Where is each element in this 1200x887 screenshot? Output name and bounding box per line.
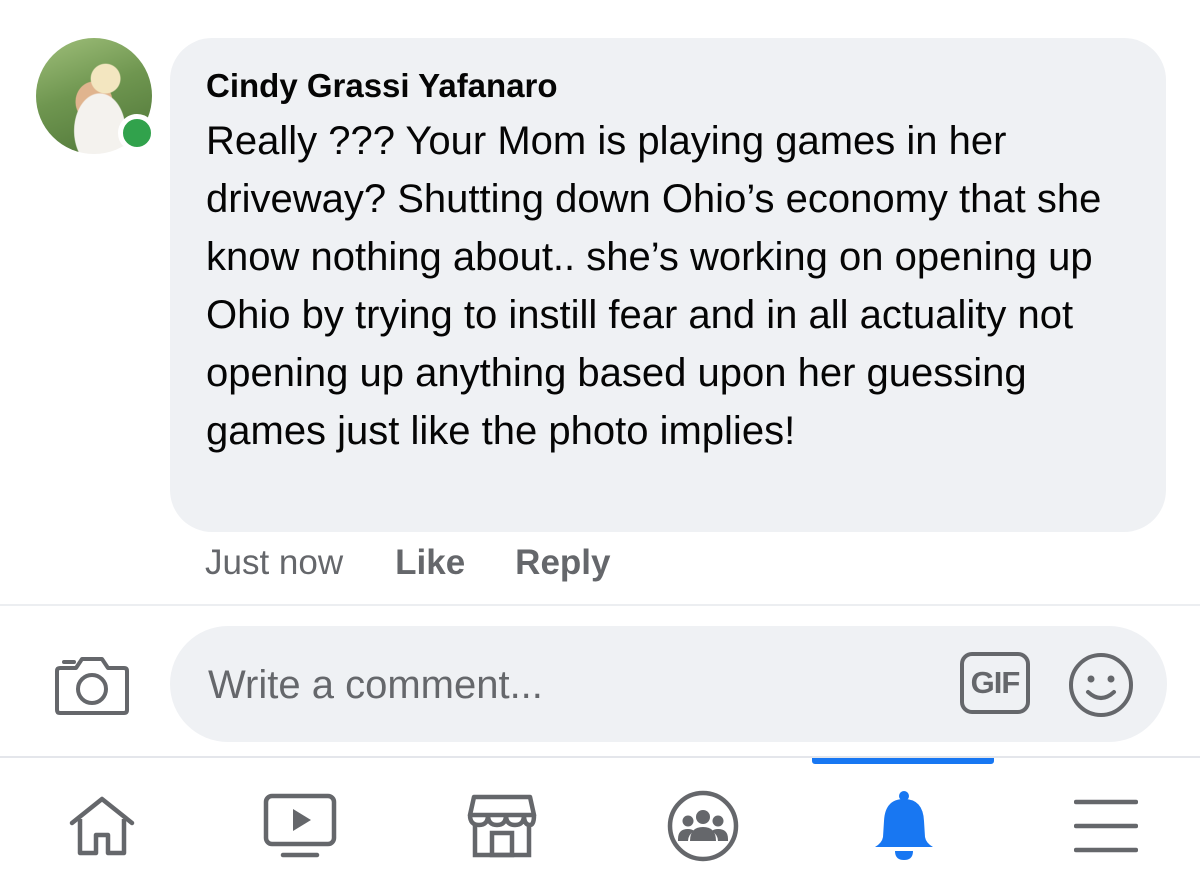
reply-button[interactable]: Reply — [515, 543, 610, 583]
comment-input[interactable] — [206, 654, 930, 716]
menu-icon — [1074, 799, 1138, 852]
marketplace-icon — [467, 794, 537, 857]
divider — [0, 604, 1200, 606]
tab-watch[interactable] — [230, 764, 370, 887]
camera-icon[interactable] — [54, 654, 130, 716]
home-icon — [69, 796, 135, 855]
comment-composer[interactable]: GIF — [170, 626, 1167, 742]
groups-icon — [667, 790, 739, 861]
tab-marketplace[interactable] — [432, 764, 572, 887]
gif-label: GIF — [970, 665, 1021, 700]
tab-groups[interactable] — [633, 764, 773, 887]
comment-author[interactable]: Cindy Grassi Yafanaro — [206, 66, 1132, 106]
comment-actions: Just now Like Reply — [205, 540, 610, 586]
comment-bubble[interactable]: Cindy Grassi Yafanaro Really ??? Your Mo… — [170, 38, 1166, 532]
bottom-tab-bar — [0, 764, 1200, 887]
smile-icon[interactable] — [1068, 652, 1134, 718]
tab-notifications[interactable] — [834, 764, 974, 887]
comment-timestamp: Just now — [205, 543, 344, 582]
gif-button[interactable]: GIF — [960, 652, 1030, 714]
tab-menu[interactable] — [1036, 764, 1176, 887]
like-button[interactable]: Like — [395, 543, 465, 583]
comment-text: Really ??? Your Mom is playing games in … — [206, 119, 1102, 453]
avatar[interactable] — [36, 38, 156, 154]
online-status-indicator — [118, 114, 156, 152]
tabbar-divider — [0, 756, 1200, 758]
tab-home[interactable] — [32, 764, 172, 887]
bell-icon — [875, 790, 933, 860]
video-icon — [263, 793, 337, 857]
